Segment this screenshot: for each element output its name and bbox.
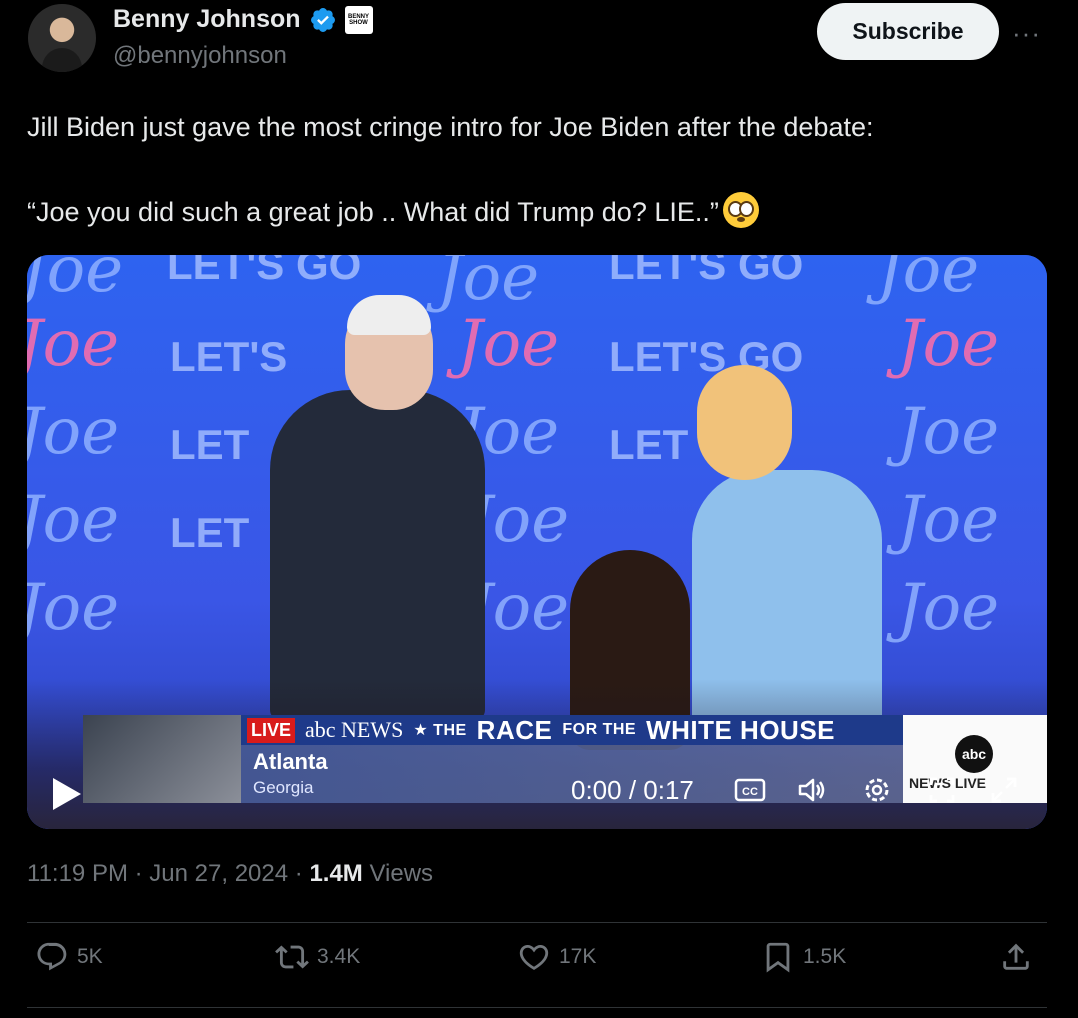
like-count: 17K bbox=[559, 945, 597, 968]
affiliate-badge[interactable]: BENNY SHOW bbox=[344, 5, 373, 34]
views-count: 1.4M bbox=[309, 860, 363, 887]
divider bbox=[27, 1007, 1047, 1008]
pip-icon[interactable] bbox=[925, 773, 959, 807]
more-options-icon[interactable]: ··· bbox=[1012, 18, 1041, 49]
backdrop-word: LET'S GO bbox=[609, 255, 804, 288]
subscribe-button[interactable]: Subscribe bbox=[817, 3, 999, 60]
backdrop-word: LET'S GO bbox=[167, 255, 362, 288]
backdrop-word: LET bbox=[609, 421, 689, 468]
volume-icon[interactable] bbox=[795, 773, 829, 807]
bookmark-button[interactable]: 1.5K bbox=[761, 940, 846, 974]
video-time: 0:00 / 0:17 bbox=[571, 775, 694, 805]
meta-separator: · bbox=[134, 860, 143, 887]
tweet-text-quote: “Joe you did such a great job .. What di… bbox=[27, 192, 1047, 231]
svg-text:CC: CC bbox=[742, 786, 758, 798]
tweet-time[interactable]: 11:19 PM bbox=[27, 860, 128, 887]
backdrop-word: Joe bbox=[457, 307, 560, 381]
speaker-hair bbox=[347, 295, 431, 335]
repost-count: 3.4K bbox=[317, 945, 361, 968]
heart-icon bbox=[519, 944, 549, 970]
race-title: RACE bbox=[476, 714, 553, 745]
backdrop-word: Joe bbox=[27, 307, 120, 381]
speaker-figure bbox=[270, 390, 485, 720]
backdrop-word: Joe bbox=[437, 255, 540, 315]
repost-icon bbox=[275, 945, 309, 969]
share-icon bbox=[1003, 943, 1029, 970]
tweet-meta: 11:19 PM · Jun 27, 2024 · 1.4M Views bbox=[27, 860, 433, 888]
settings-icon[interactable] bbox=[860, 773, 894, 807]
race-mid: FOR THE bbox=[562, 721, 637, 738]
share-button[interactable] bbox=[999, 940, 1033, 974]
reply-count: 5K bbox=[77, 945, 103, 968]
live-badge: LIVE bbox=[247, 717, 296, 743]
views-label: Views bbox=[369, 860, 434, 887]
tweet-text-line: Jill Biden just gave the most cringe int… bbox=[27, 112, 874, 142]
bookmark-icon bbox=[766, 942, 790, 973]
affiliate-badge-text: BENNY SHOW bbox=[348, 13, 370, 26]
backdrop-word: Joe bbox=[27, 255, 124, 307]
backdrop-word: Joe bbox=[897, 483, 1000, 557]
author-handle[interactable]: @bennyjohnson bbox=[113, 42, 287, 70]
backdrop-word: LET'S GO bbox=[609, 333, 804, 380]
network-name: abc NEWS bbox=[305, 717, 404, 742]
flushed-face-emoji bbox=[722, 192, 759, 228]
tweet-actions: 5K 3.4K 17K 1.5K bbox=[27, 940, 1047, 990]
reply-button[interactable]: 5K bbox=[35, 940, 103, 974]
backdrop-word: Joe bbox=[27, 483, 120, 557]
backdrop-word: Joe bbox=[877, 255, 980, 307]
reply-icon bbox=[37, 942, 67, 971]
backdrop-word: LET bbox=[170, 509, 250, 556]
meta-separator: · bbox=[294, 860, 303, 887]
bookmark-count: 1.5K bbox=[803, 945, 847, 968]
verified-check-icon[interactable] bbox=[309, 6, 337, 34]
avatar[interactable] bbox=[28, 4, 96, 72]
race-prefix: ★ THE bbox=[413, 722, 467, 739]
like-button[interactable]: 17K bbox=[517, 940, 596, 974]
tweet-text-quote-text: “Joe you did such a great job .. What di… bbox=[27, 197, 719, 227]
backdrop-word: Joe bbox=[27, 395, 120, 469]
race-suffix: WHITE HOUSE bbox=[646, 714, 836, 745]
backdrop-word: Joe bbox=[897, 395, 1000, 469]
backdrop-word: Joe bbox=[27, 571, 120, 645]
video-controls: 0:00 / 0:17 CC bbox=[27, 760, 1047, 829]
backdrop-word: LET'S bbox=[170, 333, 288, 380]
backdrop-word: Joe bbox=[897, 571, 1000, 645]
tweet-text: Jill Biden just gave the most cringe int… bbox=[27, 108, 1047, 231]
tweet-header: Benny Johnson BENNY SHOW @bennyjohnson S… bbox=[0, 0, 1078, 90]
presenter-head bbox=[697, 365, 792, 480]
fullscreen-icon[interactable] bbox=[987, 773, 1021, 807]
cc-icon[interactable]: CC bbox=[733, 773, 767, 807]
author-name-row: Benny Johnson BENNY SHOW bbox=[113, 5, 373, 34]
divider bbox=[27, 922, 1047, 923]
backdrop-word: LET bbox=[170, 421, 250, 468]
repost-button[interactable]: 3.4K bbox=[275, 940, 360, 974]
backdrop-word: Joe bbox=[897, 307, 1000, 381]
author-display-name[interactable]: Benny Johnson bbox=[113, 5, 301, 34]
tweet-date[interactable]: Jun 27, 2024 bbox=[149, 860, 288, 887]
lower-third-banner: LIVE abc NEWS ★ THE RACE FOR THE WHITE H… bbox=[241, 715, 989, 745]
play-icon[interactable] bbox=[49, 774, 85, 814]
video-player[interactable]: Joe LET'S GO Joe LET'S GO Joe Joe LET'S … bbox=[27, 255, 1047, 829]
